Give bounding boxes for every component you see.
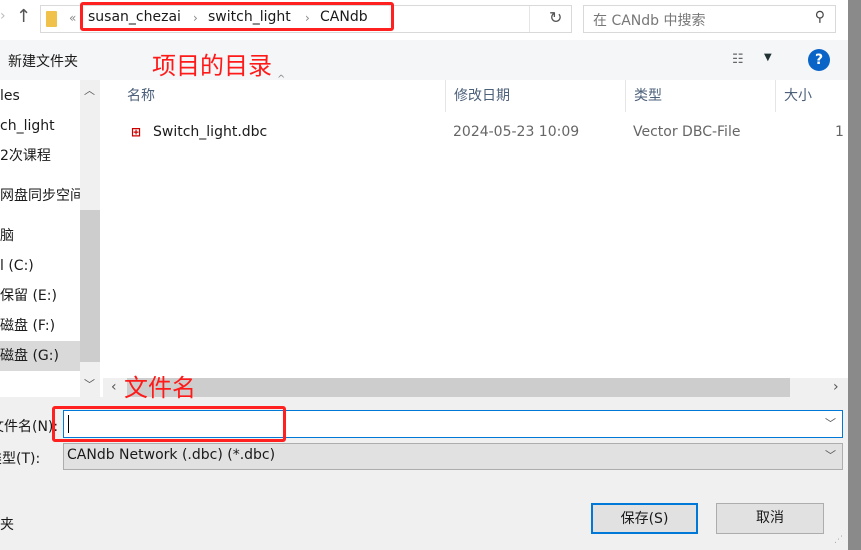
annotation-box-filename [52, 406, 286, 442]
nav-item[interactable]: 网盘同步空间 [0, 181, 80, 211]
resize-grip-icon[interactable]: ⋰ [834, 535, 843, 545]
dropdown-chevron-icon[interactable]: ﹀ [825, 447, 836, 463]
nav-item-f-drive[interactable]: 磁盘 (F:) [0, 311, 80, 341]
view-options-icon[interactable]: ☷ [732, 52, 744, 67]
horizontal-scrollbar[interactable]: ‹ › [103, 378, 848, 397]
file-name: Switch_light.dbc [153, 124, 268, 140]
overflow-chevron[interactable]: « [69, 11, 76, 25]
dropdown-chevron-icon[interactable]: ﹀ [825, 415, 836, 431]
column-header-name[interactable]: 名称 [119, 80, 446, 112]
annotation-directory: 项目的目录 [152, 52, 272, 80]
file-row[interactable]: ⊞ Switch_light.dbc 2024-05-23 10:09 Vect… [119, 122, 848, 146]
h-scroll-thumb[interactable] [127, 378, 790, 397]
search-placeholder: 在 CANdb 中搜索 [593, 13, 706, 29]
divider [529, 6, 530, 32]
scroll-thumb[interactable] [80, 210, 100, 362]
annotation-box-directory [80, 2, 394, 31]
file-type: Vector DBC-File [633, 124, 741, 140]
nav-scrollbar[interactable]: ︿ ﹀ [80, 80, 100, 397]
new-folder-button[interactable]: 新建文件夹 [8, 51, 78, 71]
annotation-filename: 文件名 [124, 374, 196, 402]
filetype-select[interactable]: CANdb Network (.dbc) (*.dbc) ﹀ [63, 443, 843, 470]
scroll-up-icon[interactable]: ︿ [84, 82, 95, 98]
forward-icon[interactable]: › [0, 8, 6, 24]
file-list: ^ 名称 修改日期 类型 大小 ⊞ Switch_light.dbc 2024-… [103, 74, 848, 397]
search-input[interactable]: 在 CANdb 中搜索 ⚲ [583, 5, 836, 33]
column-header-type[interactable]: 类型 [626, 80, 776, 112]
file-size: 1 [835, 124, 844, 140]
nav-item[interactable]: 脑 [0, 221, 80, 251]
nav-item[interactable]: ch_light [0, 111, 80, 141]
help-icon[interactable]: ? [808, 49, 830, 71]
nav-item[interactable]: 2次课程 [0, 141, 80, 171]
folder-icon [46, 11, 57, 27]
refresh-icon[interactable]: ↻ [549, 8, 562, 27]
view-dropdown-icon[interactable]: ▼ [764, 52, 772, 63]
dbc-file-icon: ⊞ [131, 125, 142, 139]
nav-item[interactable]: les [0, 81, 80, 111]
file-date: 2024-05-23 10:09 [453, 124, 580, 140]
search-icon[interactable]: ⚲ [815, 9, 825, 25]
up-arrow-icon[interactable]: ↑ [16, 6, 31, 27]
save-button[interactable]: 保存(S) [591, 503, 698, 534]
column-header-date[interactable]: 修改日期 [446, 80, 626, 112]
scroll-down-icon[interactable]: ﹀ [84, 376, 95, 392]
hide-folders-toggle[interactable]: 夹 [0, 514, 14, 534]
cancel-button[interactable]: 取消 [716, 503, 824, 534]
nav-item-g-drive-selected[interactable]: 磁盘 (G:) [0, 341, 80, 371]
filename-label: 文件名(N): [0, 419, 59, 435]
filetype-value: CANdb Network (.dbc) (*.dbc) [67, 447, 276, 463]
toolbar: 新建文件夹 ☷ ▼ ? [0, 40, 848, 80]
nav-item-e-drive[interactable]: 保留 (E:) [0, 281, 80, 311]
column-header-size[interactable]: 大小 [776, 80, 856, 112]
filetype-label: 类型(T): [0, 451, 41, 467]
scroll-right-icon[interactable]: › [833, 379, 839, 395]
nav-item-c-drive[interactable]: l (C:) [0, 251, 80, 281]
scroll-left-icon[interactable]: ‹ [111, 379, 117, 395]
